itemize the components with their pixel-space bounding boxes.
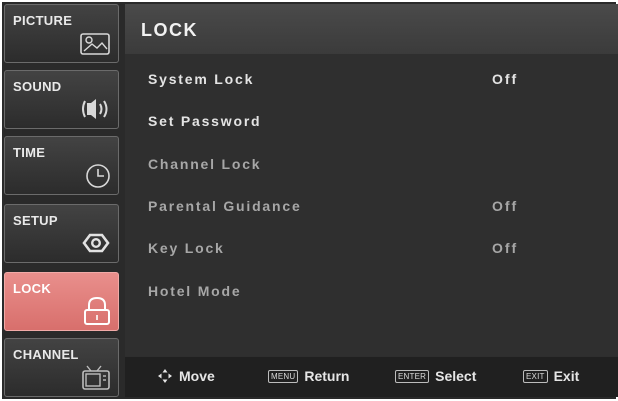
tab-label: TIME [13,145,46,160]
hint-select: ENTER Select [395,368,476,384]
menu-item-system-lock[interactable]: System Lock Off [148,71,568,91]
lock-icon [84,297,110,325]
tab-channel[interactable]: CHANNEL [4,338,119,397]
move-arrows-icon [158,369,172,383]
clock-icon [86,164,110,188]
tab-label: CHANNEL [13,347,79,362]
tab-sound[interactable]: SOUND [4,70,119,129]
tab-label: SOUND [13,79,62,94]
sidebar: PICTURE SOUND TIME SETUP LOCK CHANNEL [4,4,120,397]
menu-header: LOCK [125,4,618,54]
tab-label: LOCK [13,281,52,296]
hint-move-label: Move [179,368,215,384]
menu-item-value: Off [492,240,519,256]
enter-key-icon: ENTER [395,370,430,383]
menu-item-set-password[interactable]: Set Password [148,113,568,133]
menu-item-label: Hotel Mode [148,283,242,299]
exit-key-icon: EXIT [523,370,548,383]
lock-menu-panel: LOCK System Lock Off Set Password Channe… [125,4,618,397]
footer-hints: Move MENU Return ENTER Select EXIT Exit [125,357,618,397]
menu-item-label: Key Lock [148,240,225,256]
hint-return: MENU Return [268,368,349,384]
tab-time[interactable]: TIME [4,136,119,195]
menu-item-label: Channel Lock [148,156,262,172]
menu-item-channel-lock[interactable]: Channel Lock [148,156,568,176]
hint-exit-label: Exit [553,368,580,384]
menu-item-hotel-mode[interactable]: Hotel Mode [148,283,568,303]
tab-label: PICTURE [13,13,73,28]
tab-setup[interactable]: SETUP [4,204,119,263]
hint-select-label: Select [435,368,477,384]
tab-picture[interactable]: PICTURE [4,4,119,63]
speaker-icon [82,99,108,119]
tab-label: SETUP [13,213,58,228]
menu-key-icon: MENU [268,370,299,383]
tv-icon [82,365,110,390]
menu-item-label: Set Password [148,113,262,129]
hint-exit: EXIT Exit [523,368,579,384]
page-title: LOCK [141,20,198,40]
menu-item-key-lock[interactable]: Key Lock Off [148,240,568,260]
menu-item-label: System Lock [148,71,255,87]
menu-item-label: Parental Guidance [148,198,302,214]
menu-item-value: Off [492,71,519,87]
picture-icon [80,33,110,55]
settings-icon [82,233,110,253]
menu-list: System Lock Off Set Password Channel Loc… [125,54,618,356]
hint-move: Move [157,368,215,384]
hint-return-label: Return [304,368,350,384]
tab-lock[interactable]: LOCK [4,272,119,331]
menu-item-value: Off [492,198,519,214]
menu-item-parental-guidance[interactable]: Parental Guidance Off [148,198,568,218]
